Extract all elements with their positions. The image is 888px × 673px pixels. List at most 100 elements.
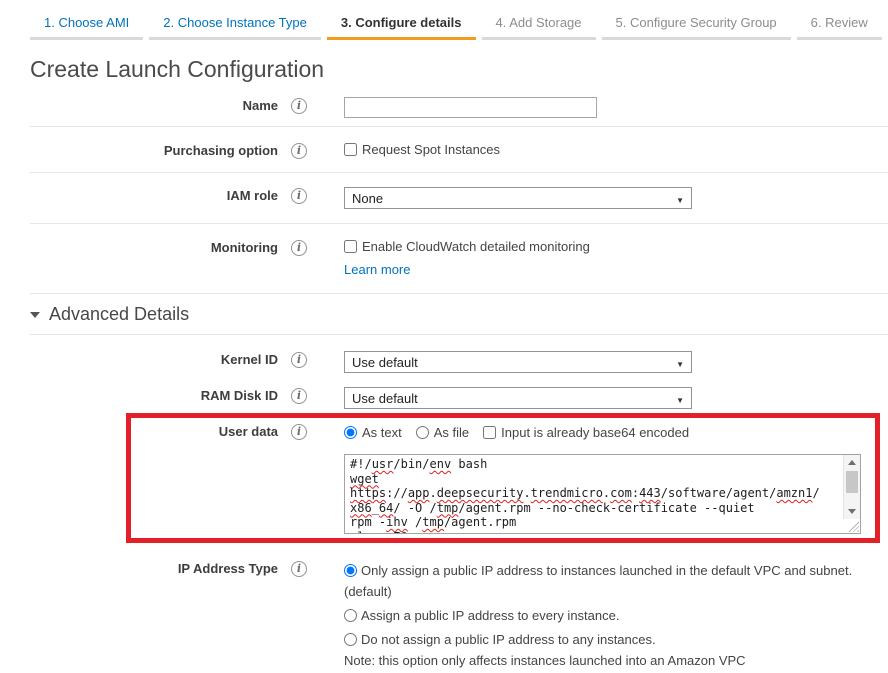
advanced-details-toggle[interactable]: Advanced Details (30, 304, 888, 334)
as-file-option[interactable]: As file (416, 425, 469, 440)
as-text-option[interactable]: As text (344, 425, 402, 440)
user-data-info: i (278, 421, 344, 440)
ip-none-radio[interactable] (344, 633, 357, 646)
ram-disk-id-row: RAM Disk ID i Use default (0, 377, 888, 409)
info-icon[interactable]: i (291, 424, 307, 440)
tab-add-storage: 4. Add Storage (482, 15, 596, 40)
monitoring-control: Enable CloudWatch detailed monitoring Le… (344, 237, 888, 277)
request-spot-instances-checkbox[interactable] (344, 143, 357, 156)
ip-every-radio[interactable] (344, 609, 357, 622)
ip-address-type-info: i (278, 558, 344, 577)
name-input[interactable] (344, 97, 597, 118)
info-icon[interactable]: i (291, 143, 307, 159)
request-spot-instances-option[interactable]: Request Spot Instances (344, 142, 500, 157)
base64-encoded-label: Input is already base64 encoded (501, 425, 689, 440)
scrollbar-track[interactable] (844, 493, 860, 504)
ip-address-type-row: IP Address Type i Only assign a public I… (0, 534, 888, 668)
name-row: Name i (0, 87, 888, 126)
iam-role-select[interactable]: None (344, 187, 692, 209)
as-file-radio[interactable] (416, 426, 429, 439)
collapse-triangle-icon (30, 312, 40, 318)
user-data-label: User data (0, 421, 278, 439)
user-data-options: As text As file Input is already base64 … (344, 423, 888, 441)
request-spot-instances-label: Request Spot Instances (362, 142, 500, 157)
name-control (344, 95, 888, 118)
iam-role-selected-value: None (352, 191, 383, 206)
tab-configure-details[interactable]: 3. Configure details (327, 15, 476, 40)
ram-disk-id-selected-value: Use default (352, 391, 418, 406)
info-icon[interactable]: i (291, 561, 307, 577)
learn-more-link[interactable]: Learn more (344, 262, 410, 277)
dropdown-caret-icon (676, 355, 684, 370)
purchasing-control: Request Spot Instances (344, 140, 888, 159)
ip-option-every-instance-label: Assign a public IP address to every inst… (361, 608, 619, 623)
info-icon[interactable]: i (291, 388, 307, 404)
kernel-id-row: Kernel ID i Use default (0, 335, 888, 377)
purchasing-option-label: Purchasing option (0, 140, 278, 158)
ram-disk-id-select[interactable]: Use default (344, 387, 692, 409)
user-data-row: User data i As text As file Input is alr… (0, 409, 888, 534)
ip-option-every-instance[interactable]: Assign a public IP address to every inst… (344, 605, 860, 626)
link-to-vpc-row: Link to VPC i (0, 668, 888, 673)
kernel-id-info: i (278, 349, 344, 368)
user-data-text: #!/usr/bin/env bashwgethttps://app.deeps… (345, 455, 842, 533)
iam-role-info: i (278, 185, 344, 204)
ip-default-radio[interactable] (344, 564, 357, 577)
base64-encoded-checkbox[interactable] (483, 426, 496, 439)
cloudwatch-monitoring-label: Enable CloudWatch detailed monitoring (362, 239, 590, 254)
iam-role-control: None (344, 185, 888, 209)
info-icon[interactable]: i (291, 188, 307, 204)
resize-grip-icon[interactable] (848, 521, 859, 532)
scroll-down-icon[interactable] (844, 504, 860, 519)
scrollbar-thumb[interactable] (846, 471, 858, 493)
iam-role-label: IAM role (0, 185, 278, 203)
info-icon[interactable]: i (291, 240, 307, 256)
as-text-label: As text (362, 425, 402, 440)
user-data-textarea[interactable]: #!/usr/bin/env bashwgethttps://app.deeps… (344, 454, 861, 534)
tab-configure-security-group: 5. Configure Security Group (602, 15, 791, 40)
ip-option-default-vpc-label: Only assign a public IP address to insta… (344, 563, 852, 599)
ip-address-note: Note: this option only affects instances… (344, 653, 860, 668)
name-info: i (278, 95, 344, 114)
purchasing-option-row: Purchasing option i Request Spot Instanc… (0, 127, 888, 172)
monitoring-row: Monitoring i Enable CloudWatch detailed … (0, 224, 888, 293)
wizard-steps: 1. Choose AMI2. Choose Instance Type3. C… (0, 0, 888, 40)
kernel-id-control: Use default (344, 349, 888, 373)
ip-address-type-control: Only assign a public IP address to insta… (344, 558, 888, 668)
tab-choose-instance-type[interactable]: 2. Choose Instance Type (149, 15, 321, 40)
ip-address-options: Only assign a public IP address to insta… (344, 560, 860, 668)
ram-disk-id-info: i (278, 385, 344, 404)
ip-address-type-label: IP Address Type (0, 558, 278, 576)
dropdown-caret-icon (676, 391, 684, 406)
ram-disk-id-control: Use default (344, 385, 888, 409)
kernel-id-select[interactable]: Use default (344, 351, 692, 373)
kernel-id-label: Kernel ID (0, 349, 278, 367)
divider (30, 293, 888, 294)
monitoring-info: i (278, 237, 344, 256)
create-launch-configuration-page: 1. Choose AMI2. Choose Instance Type3. C… (0, 0, 888, 673)
tab-review: 6. Review (797, 15, 882, 40)
ram-disk-id-label: RAM Disk ID (0, 385, 278, 403)
as-file-label: As file (434, 425, 469, 440)
info-icon[interactable]: i (291, 352, 307, 368)
dropdown-caret-icon (676, 191, 684, 206)
user-data-control: As text As file Input is already base64 … (344, 421, 888, 534)
iam-role-row: IAM role i None (0, 173, 888, 223)
info-icon[interactable]: i (291, 98, 307, 114)
purchasing-info: i (278, 140, 344, 159)
monitoring-label: Monitoring (0, 237, 278, 255)
cloudwatch-monitoring-checkbox[interactable] (344, 240, 357, 253)
kernel-id-selected-value: Use default (352, 355, 418, 370)
ip-option-default-vpc[interactable]: Only assign a public IP address to insta… (344, 560, 860, 602)
ip-option-no-instances-label: Do not assign a public IP address to any… (361, 632, 656, 647)
textarea-scrollbar[interactable] (843, 455, 860, 519)
scroll-up-icon[interactable] (844, 455, 860, 470)
page-title: Create Launch Configuration (30, 56, 888, 83)
as-text-radio[interactable] (344, 426, 357, 439)
name-label: Name (0, 95, 278, 113)
ip-option-no-instances[interactable]: Do not assign a public IP address to any… (344, 629, 860, 650)
cloudwatch-monitoring-option[interactable]: Enable CloudWatch detailed monitoring (344, 239, 590, 254)
base64-encoded-option[interactable]: Input is already base64 encoded (483, 425, 689, 440)
advanced-details-heading: Advanced Details (49, 304, 189, 325)
tab-choose-ami[interactable]: 1. Choose AMI (30, 15, 143, 40)
